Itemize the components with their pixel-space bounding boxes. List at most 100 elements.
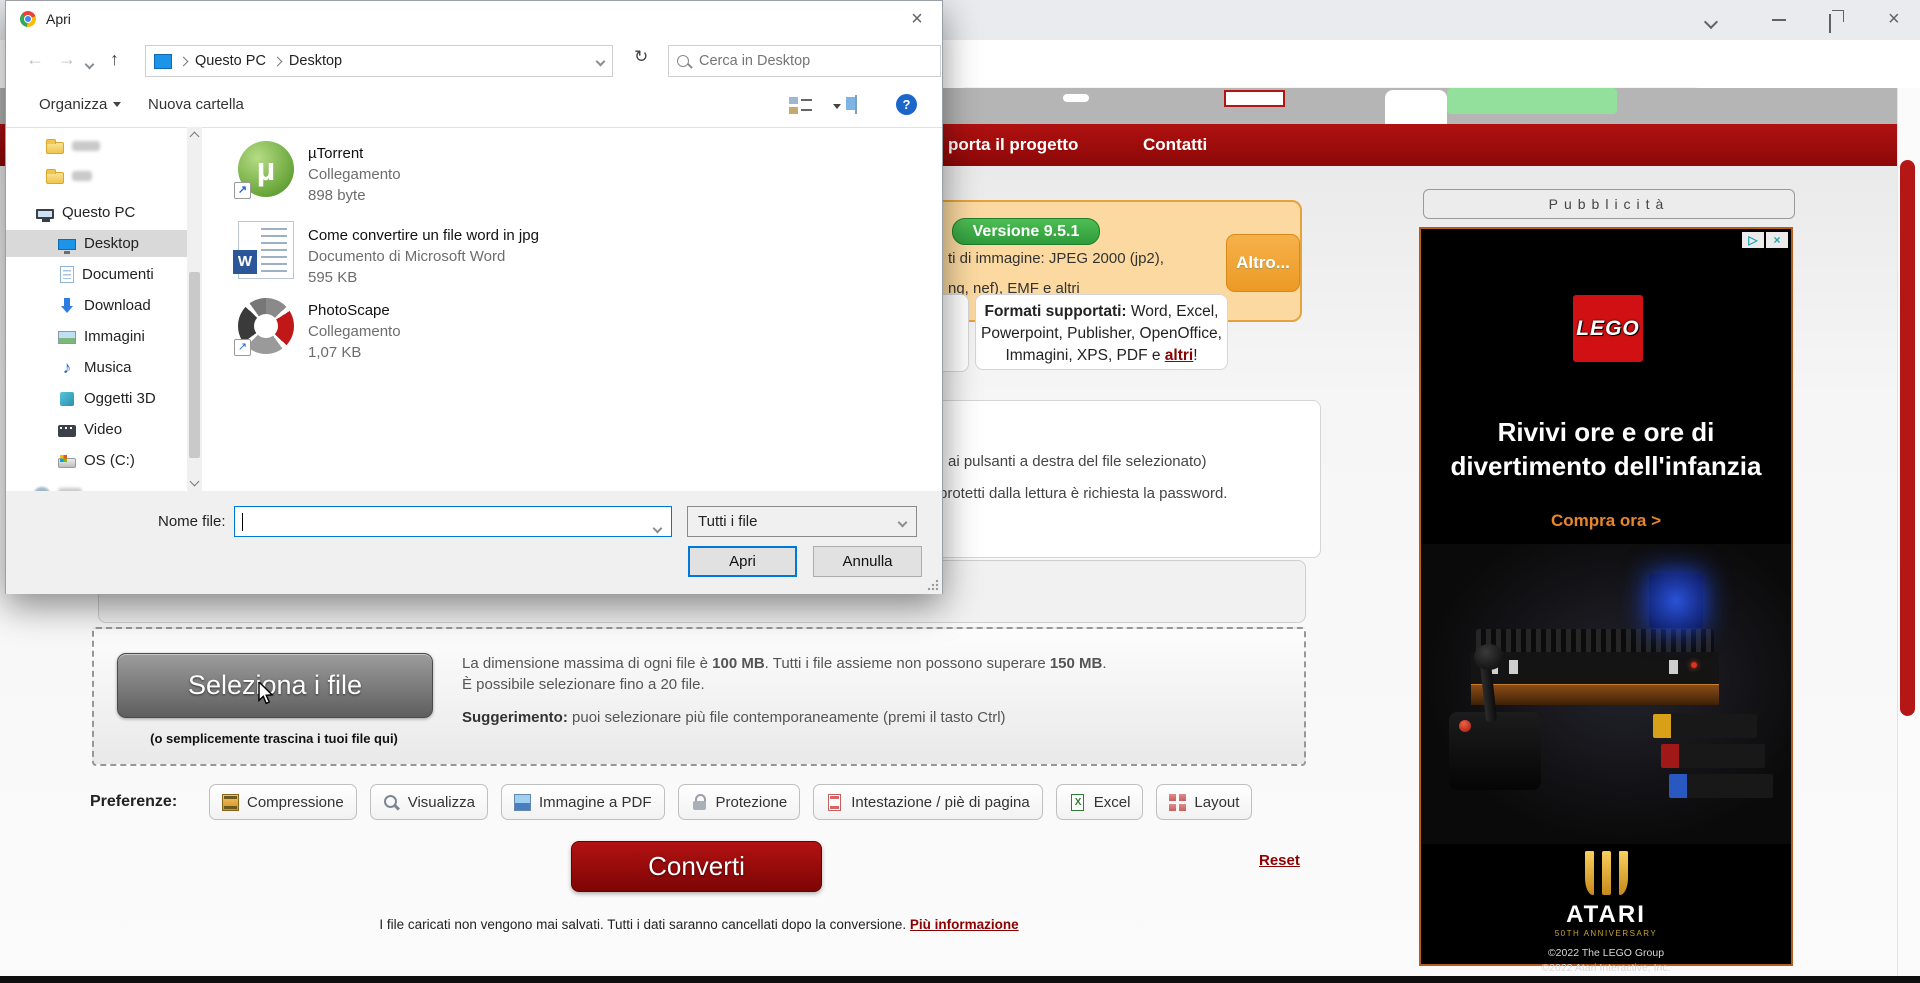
header-green-button-partial[interactable] xyxy=(1447,88,1617,114)
sidebar-item-musica[interactable]: ♪Musica xyxy=(6,354,187,381)
more-info-link[interactable]: Più informazione xyxy=(910,917,1019,932)
dialog-address-row: ← → ↑ Questo PC Desktop ↻ xyxy=(6,37,942,85)
ad-copyright-1: ©2022 The LEGO Group xyxy=(1421,947,1791,959)
screen: × ☆ ⋮ porta il progetto Contatti Version… xyxy=(0,0,1920,983)
file-row-word-doc[interactable]: Come convertire un file word in jpg Docu… xyxy=(220,219,780,297)
filename-input[interactable] xyxy=(234,506,672,537)
dialog-close-icon[interactable]: × xyxy=(896,1,938,37)
dialog-titlebar[interactable]: Apri xyxy=(6,1,942,37)
sidebar-item-desktop[interactable]: Desktop xyxy=(6,230,187,257)
browser-menu-chevron-icon[interactable] xyxy=(1706,14,1716,32)
dialog-footer: Nome file: Tutti i file Apri Annulla xyxy=(6,491,942,594)
upload-dropzone[interactable]: Seleziona i file (o semplicemente trasci… xyxy=(92,627,1306,766)
pref-button-protection[interactable]: Protezione xyxy=(678,784,801,820)
sidebar-scrollbar-thumb[interactable] xyxy=(189,272,200,458)
documents-icon xyxy=(60,266,74,283)
sidebar-item-questo-pc[interactable]: Questo PC xyxy=(6,199,187,226)
window-close-icon[interactable]: × xyxy=(1888,9,1900,29)
cancel-button[interactable]: Annulla xyxy=(813,546,922,577)
ad-close-icon[interactable]: × xyxy=(1766,232,1788,248)
mouse-cursor xyxy=(257,682,277,711)
nav-link-support[interactable]: porta il progetto xyxy=(948,124,1078,166)
search-box[interactable] xyxy=(668,45,941,77)
filename-dropdown-chevron-icon xyxy=(653,524,663,534)
upload-count-line: È possibile selezionare fino a 20 file. xyxy=(462,676,705,693)
sidebar-item-immagini[interactable]: Immagini xyxy=(6,323,187,350)
preferences-label: Preferenze: xyxy=(90,793,177,811)
instructions-box: ai pulsanti a destra del file selezionat… xyxy=(915,400,1321,558)
forward-arrow-icon[interactable]: → xyxy=(58,49,76,70)
console-led xyxy=(1691,662,1697,668)
folder-icon xyxy=(46,172,64,184)
sidebar-folder-item[interactable] xyxy=(6,162,187,189)
window-restore-icon[interactable] xyxy=(1829,14,1831,33)
pref-button-image-to-pdf[interactable]: Immagine a PDF xyxy=(501,784,665,820)
preview-pane-icon[interactable] xyxy=(855,95,857,114)
up-directory-icon[interactable]: ↑ xyxy=(110,49,119,70)
version-badge: Versione 9.5.1 xyxy=(952,218,1100,245)
desktop-icon xyxy=(58,239,76,250)
pref-button-header-footer[interactable]: Intestazione / piè di pagina xyxy=(813,784,1042,820)
instructions-line-1: ai pulsanti a destra del file selezionat… xyxy=(948,453,1207,470)
adchoices-icon[interactable]: ▷ xyxy=(1742,232,1764,248)
layout-icon xyxy=(1169,794,1186,811)
open-button[interactable]: Apri xyxy=(688,546,797,577)
pref-button-preview[interactable]: Visualizza xyxy=(370,784,488,820)
nav-link-contacts[interactable]: Contatti xyxy=(1143,124,1207,166)
atari-anniversary-text: 50TH ANNIVERSARY xyxy=(1421,929,1791,938)
sidebar-item-oggetti-3d[interactable]: Oggetti 3D xyxy=(6,385,187,412)
view-mode-dropdown-icon[interactable] xyxy=(833,104,841,113)
scroll-down-icon[interactable] xyxy=(190,477,200,487)
breadcrumb-item-desktop[interactable]: Desktop xyxy=(289,53,342,69)
sidebar-item-os-c[interactable]: OS (C:) xyxy=(6,447,187,474)
dialog-sidebar: Questo PC Desktop Documenti Download Imm… xyxy=(6,127,187,491)
sidebar-item-download[interactable]: Download xyxy=(6,292,187,319)
pref-button-layout[interactable]: Layout xyxy=(1156,784,1252,820)
refresh-icon[interactable]: ↻ xyxy=(634,47,648,67)
atari-wordmark: ATARI xyxy=(1421,901,1791,929)
convert-button[interactable]: Converti xyxy=(571,841,822,892)
breadcrumb[interactable]: Questo PC Desktop xyxy=(145,45,613,77)
view-mode-icon[interactable] xyxy=(789,96,813,114)
joystick-knob xyxy=(1474,644,1504,670)
help-icon[interactable]: ? xyxy=(896,94,917,115)
image-to-pdf-icon xyxy=(514,794,531,811)
new-folder-button[interactable]: Nuova cartella xyxy=(148,96,244,113)
breadcrumb-item-questo-pc[interactable]: Questo PC xyxy=(195,53,266,69)
pref-button-compression[interactable]: Compressione xyxy=(209,784,357,820)
sidebar-folder-item[interactable] xyxy=(6,132,187,159)
search-input[interactable] xyxy=(697,52,901,70)
organize-menu[interactable]: Organizza xyxy=(39,96,121,113)
filetype-dropdown-chevron-icon xyxy=(898,517,908,527)
history-chevron-icon[interactable] xyxy=(85,60,95,70)
atari-fuji-logo xyxy=(1581,851,1631,897)
window-minimize-icon[interactable] xyxy=(1772,19,1786,21)
file-row-photoscape[interactable]: ↗ PhotoScape Collegamento 1,07 KB xyxy=(220,294,780,372)
sidebar-item-video[interactable]: Video xyxy=(6,416,187,443)
other-formats-link[interactable]: altri xyxy=(1165,347,1193,364)
ad-copyright-2: ©2022 Atari Interactive, Inc. xyxy=(1421,962,1791,974)
filetype-select[interactable]: Tutti i file xyxy=(687,506,917,537)
lego-atari-ad[interactable]: ▷ × LEGO Rivivi ore e ore di divertiment… xyxy=(1419,227,1793,966)
download-icon xyxy=(58,297,76,315)
ad-headline-2: divertimento dell'infanzia xyxy=(1421,451,1791,482)
scroll-up-icon[interactable] xyxy=(190,132,200,142)
sidebar-item-documenti[interactable]: Documenti xyxy=(6,261,187,288)
preferences-row: Compressione Visualizza Immagine a PDF P… xyxy=(209,784,1252,820)
address-dropdown-chevron-icon[interactable] xyxy=(596,57,606,67)
sidebar-item-network-partial[interactable] xyxy=(6,479,187,491)
back-arrow-icon[interactable]: ← xyxy=(26,49,44,70)
sidebar-scrollbar[interactable] xyxy=(187,127,202,491)
resize-grip[interactable] xyxy=(927,579,939,591)
chrome-icon xyxy=(20,11,36,27)
pref-button-excel[interactable]: Excel xyxy=(1056,784,1144,820)
file-row-utorrent[interactable]: µ↗ µTorrent Collegamento 898 byte xyxy=(220,137,780,215)
console-wood-panel xyxy=(1471,684,1719,705)
formats-line3: Immagini, XPS, PDF e xyxy=(1005,347,1164,364)
reset-link[interactable]: Reset xyxy=(1259,852,1300,869)
ad-cta-link[interactable]: Compra ora > xyxy=(1421,511,1791,531)
blurred-label xyxy=(72,141,100,151)
page-scrollbar-thumb[interactable] xyxy=(1900,160,1915,716)
more-formats-button[interactable]: Altro... xyxy=(1226,234,1300,292)
utorrent-icon: µ↗ xyxy=(238,141,294,197)
